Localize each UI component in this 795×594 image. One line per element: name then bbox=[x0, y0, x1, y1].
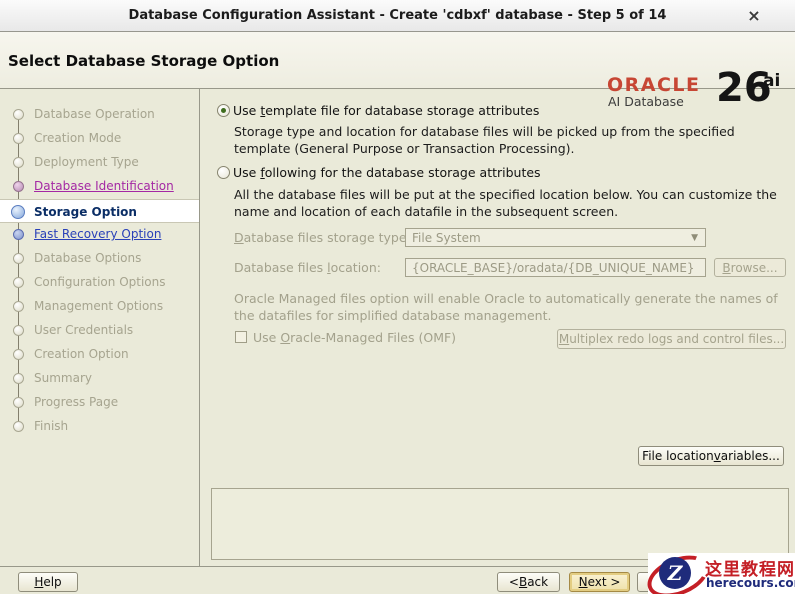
use-template-description: Storage type and location for database f… bbox=[234, 124, 735, 156]
sidebar-item-label: Deployment Type bbox=[34, 155, 139, 169]
sidebar-item-label: Finish bbox=[34, 419, 69, 433]
watermark: Z 这里教程网 herecours.com bbox=[641, 547, 795, 594]
watermark-z-logo-icon: Z bbox=[659, 557, 691, 589]
sidebar-item-label: Fast Recovery Option bbox=[34, 227, 162, 241]
sidebar-item-label: Database Identification bbox=[34, 179, 174, 193]
omf-checkbox-label: Use Oracle-Managed Files (OMF) bbox=[253, 330, 457, 345]
step-dot-icon bbox=[13, 397, 24, 408]
use-template-radio[interactable] bbox=[217, 104, 230, 117]
sidebar-item-configuration-options: Configuration Options bbox=[0, 270, 199, 294]
sidebar-item-database-identification[interactable]: Database Identification bbox=[0, 174, 199, 198]
oracle-product-label: AI Database bbox=[608, 94, 684, 109]
sidebar-divider bbox=[199, 88, 200, 566]
browse-button: Browse... bbox=[714, 258, 786, 277]
step-dot-icon bbox=[13, 349, 24, 360]
step-dot-icon bbox=[13, 325, 24, 336]
sidebar-item-deployment-type: Deployment Type bbox=[0, 150, 199, 174]
back-button[interactable]: < Back bbox=[497, 572, 560, 592]
watermark-site-url: herecours.com bbox=[706, 576, 795, 590]
sidebar-item-database-options: Database Options bbox=[0, 246, 199, 270]
sidebar-item-summary: Summary bbox=[0, 366, 199, 390]
files-location-value: {ORACLE_BASE}/oradata/{DB_UNIQUE_NAME} bbox=[412, 261, 695, 275]
step-dot-icon bbox=[13, 133, 24, 144]
step-dot-icon bbox=[13, 421, 24, 432]
sidebar-item-database-operation: Database Operation bbox=[0, 102, 199, 126]
step-dot-icon bbox=[13, 253, 24, 264]
files-location-input: {ORACLE_BASE}/oradata/{DB_UNIQUE_NAME} bbox=[405, 258, 706, 277]
storage-type-label: Database files storage type: bbox=[234, 230, 411, 245]
step-dot-icon bbox=[11, 205, 25, 219]
sidebar-item-label: Creation Mode bbox=[34, 131, 122, 145]
sidebar-item-management-options: Management Options bbox=[0, 294, 199, 318]
next-button[interactable]: Next > bbox=[569, 572, 630, 592]
sidebar-item-label: Configuration Options bbox=[34, 275, 166, 289]
use-following-radio[interactable] bbox=[217, 166, 230, 179]
sidebar-item-user-credentials: User Credentials bbox=[0, 318, 199, 342]
oracle-version-suffix: ai bbox=[763, 71, 781, 91]
sidebar-item-storage-option: Storage Option bbox=[0, 199, 199, 223]
chevron-down-icon: ▼ bbox=[691, 233, 698, 243]
sidebar-item-label: Creation Option bbox=[34, 347, 129, 361]
sidebar-item-finish: Finish bbox=[0, 414, 199, 438]
step-dot-icon bbox=[13, 109, 24, 120]
sidebar-item-creation-option: Creation Option bbox=[0, 342, 199, 366]
sidebar-item-label: Progress Page bbox=[34, 395, 119, 409]
sidebar-item-label: User Credentials bbox=[34, 323, 134, 337]
step-dot-icon bbox=[13, 373, 24, 384]
step-dot-icon bbox=[13, 301, 24, 312]
step-dot-icon bbox=[13, 181, 24, 192]
omf-note: Oracle Managed files option will enable … bbox=[234, 291, 778, 323]
oracle-logo: ORACLE bbox=[607, 74, 701, 96]
omf-checkbox bbox=[235, 331, 247, 343]
dbca-wizard-window: Database Configuration Assistant - Creat… bbox=[0, 0, 795, 594]
sidebar-item-label: Database Options bbox=[34, 251, 142, 265]
window-title: Database Configuration Assistant - Creat… bbox=[128, 8, 667, 23]
storage-type-dropdown: File System ▼ bbox=[405, 228, 706, 247]
page-title: Select Database Storage Option bbox=[8, 52, 280, 70]
sidebar-item-progress-page: Progress Page bbox=[0, 390, 199, 414]
use-following-description: All the database files will be put at th… bbox=[234, 187, 777, 219]
files-location-label: Database files location: bbox=[234, 260, 381, 275]
sidebar-item-creation-mode: Creation Mode bbox=[0, 126, 199, 150]
wizard-header: Select Database Storage Option ORACLE AI… bbox=[0, 32, 795, 109]
message-box bbox=[211, 488, 789, 560]
sidebar-item-label: Management Options bbox=[34, 299, 164, 313]
step-dot-icon bbox=[13, 229, 24, 240]
use-template-radio-label[interactable]: Use template file for database storage a… bbox=[233, 103, 539, 118]
sidebar-item-label: Summary bbox=[34, 371, 92, 385]
sidebar-item-label: Database Operation bbox=[34, 107, 155, 121]
step-dot-icon bbox=[13, 157, 24, 168]
radio-selected-dot bbox=[221, 108, 226, 113]
use-following-radio-label[interactable]: Use following for the database storage a… bbox=[233, 165, 541, 180]
help-button[interactable]: Help bbox=[18, 572, 78, 592]
sidebar-item-fast-recovery-option[interactable]: Fast Recovery Option bbox=[0, 222, 199, 246]
close-icon[interactable]: × bbox=[743, 5, 765, 27]
sidebar-item-label: Storage Option bbox=[34, 205, 137, 219]
titlebar: Database Configuration Assistant - Creat… bbox=[0, 0, 795, 32]
step-dot-icon bbox=[13, 277, 24, 288]
storage-type-value: File System bbox=[412, 231, 481, 245]
file-location-variables-button[interactable]: File location v ariables... bbox=[638, 446, 784, 466]
multiplex-redo-logs-button: Multiplex redo logs and control files... bbox=[557, 329, 786, 349]
